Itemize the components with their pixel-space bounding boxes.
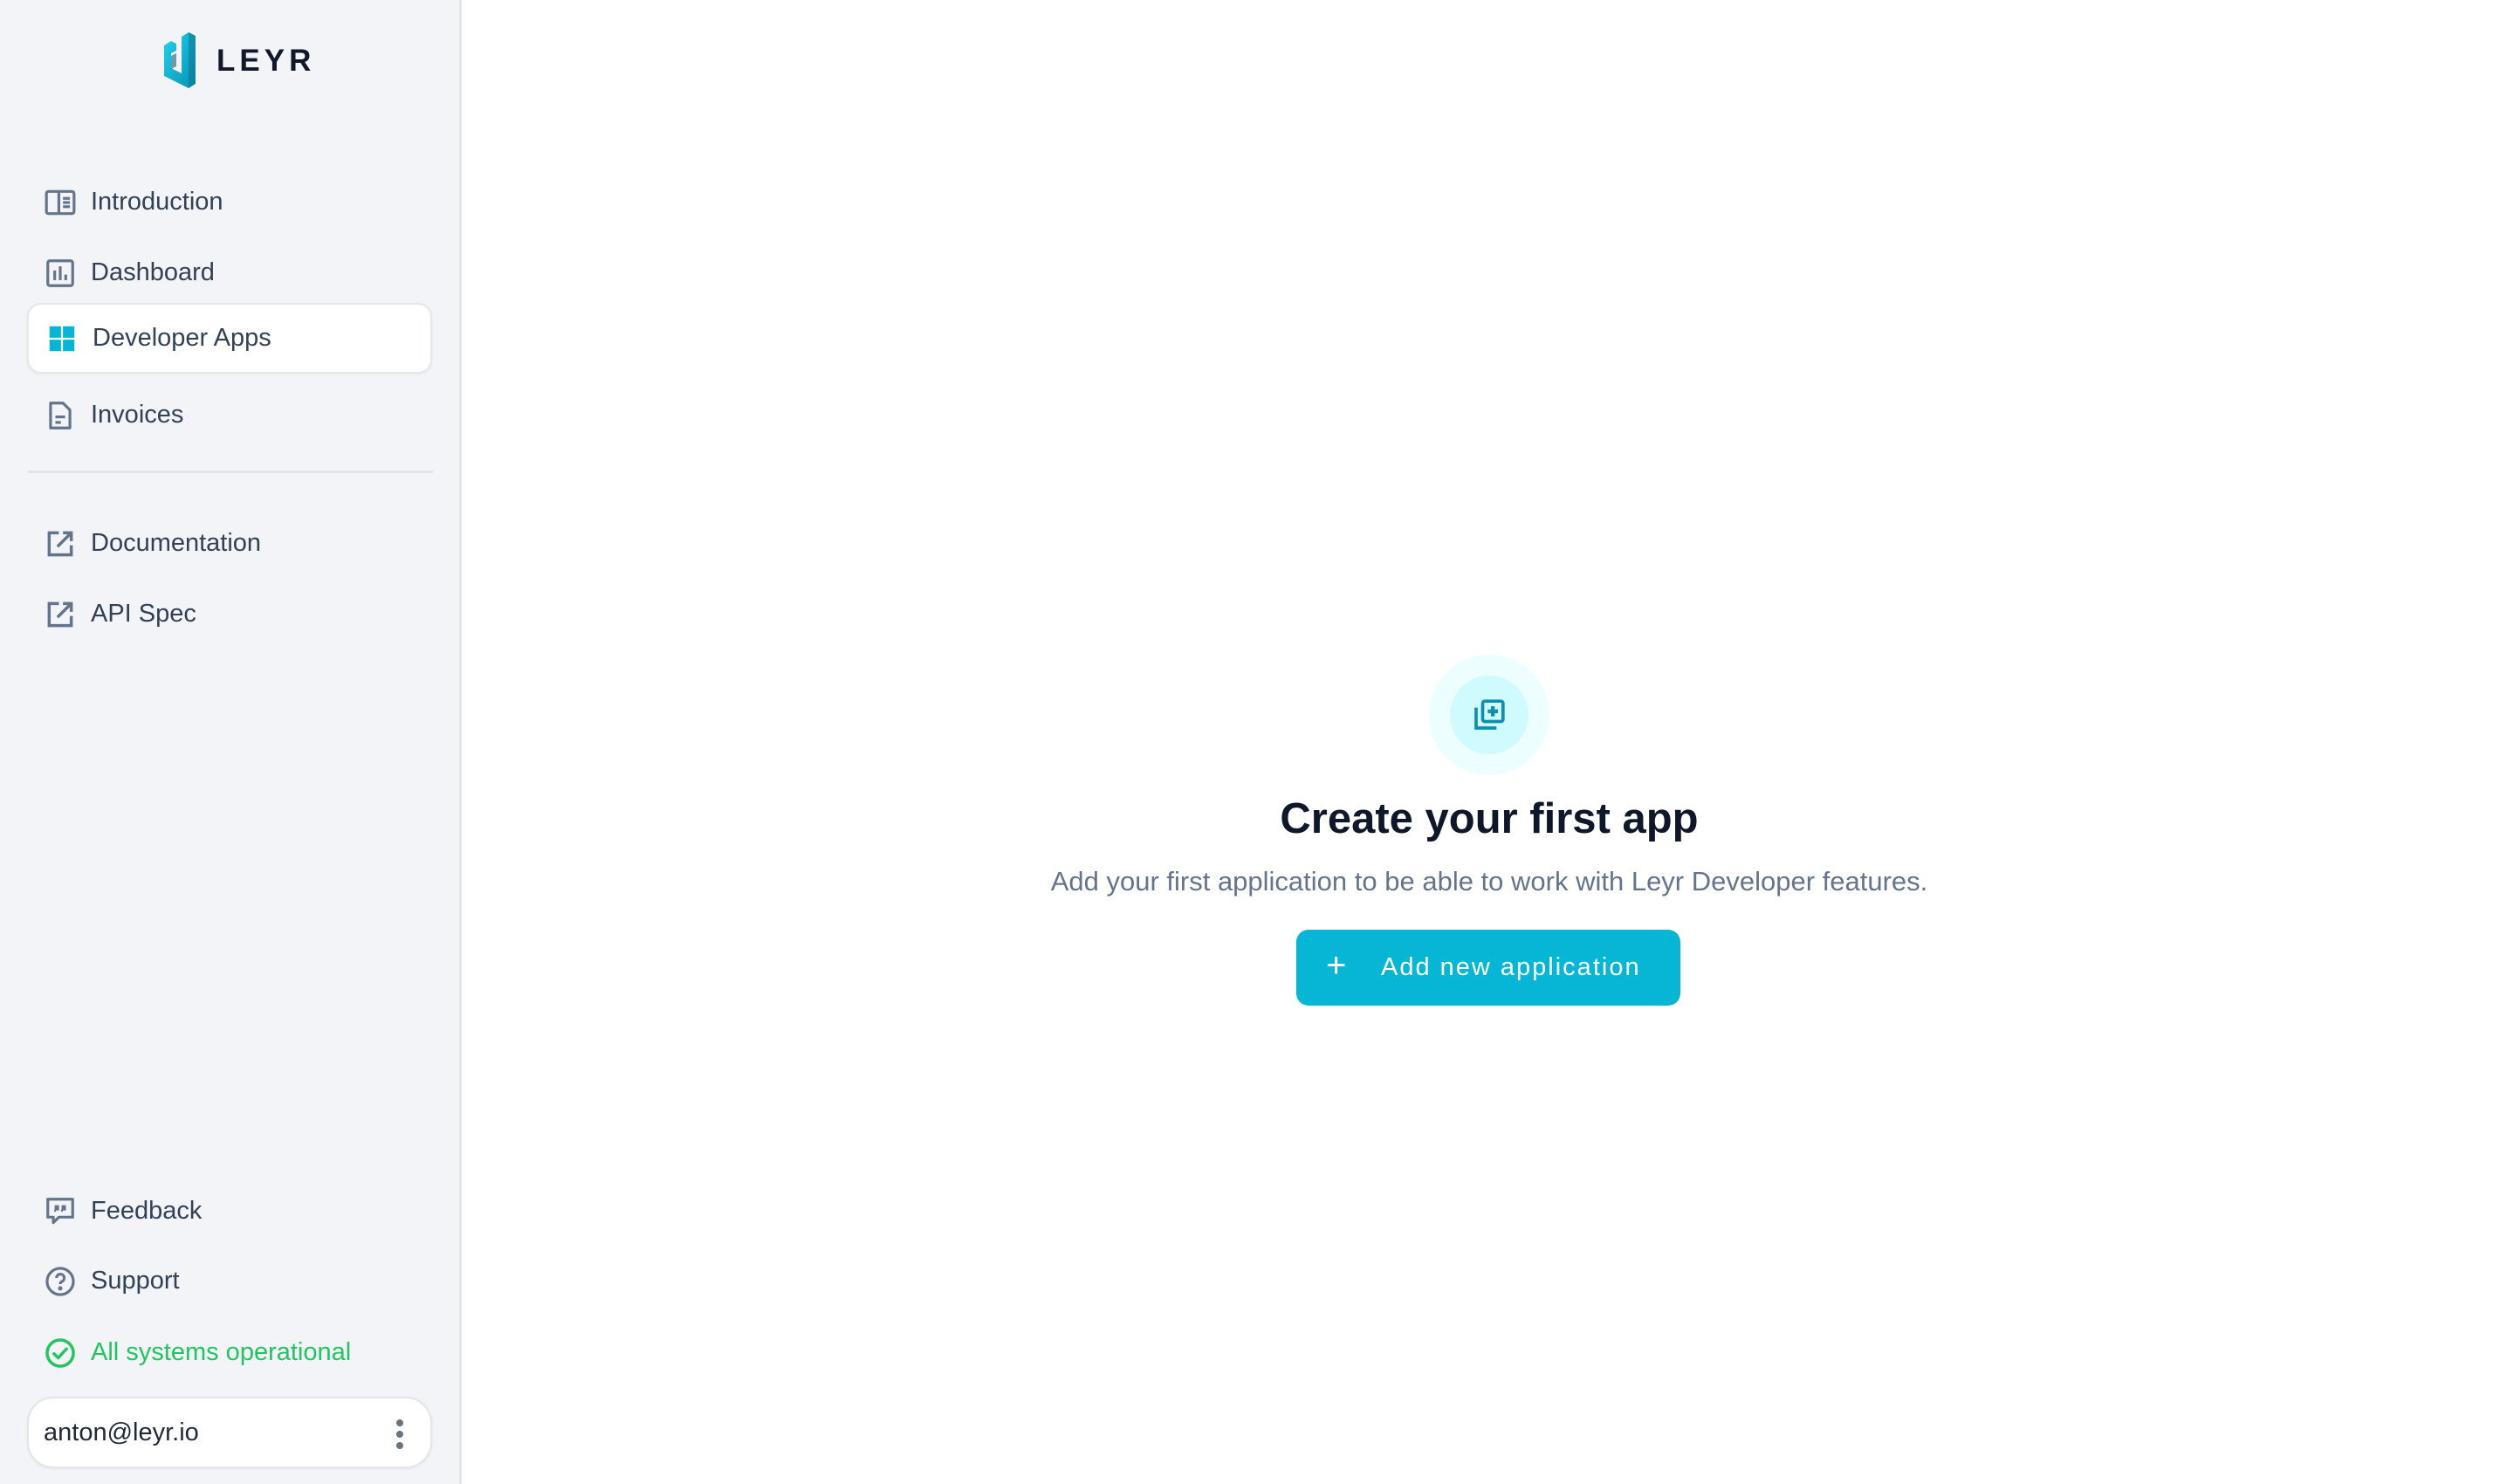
- empty-state-icon-halo: [1429, 655, 1549, 775]
- sidebar-link-documentation[interactable]: Documentation: [27, 508, 432, 579]
- sidebar-link-api-spec[interactable]: API Spec: [27, 579, 432, 649]
- sidebar-item-label: Feedback: [91, 1197, 203, 1225]
- sidebar-item-developer-apps[interactable]: Developer Apps: [27, 303, 432, 374]
- leyr-logo-icon: [164, 32, 196, 88]
- add-new-application-button[interactable]: + Add new application: [1296, 930, 1680, 1006]
- brand-logo[interactable]: LEYR: [162, 31, 315, 89]
- add-new-application-label: Add new application: [1381, 953, 1641, 981]
- sidebar-link-label: API Spec: [91, 600, 196, 628]
- question-circle-icon: [43, 1264, 78, 1299]
- brand-name: LEYR: [216, 43, 316, 78]
- sidebar-item-invoices[interactable]: Invoices: [27, 380, 432, 450]
- sidebar-item-introduction[interactable]: Introduction: [27, 167, 432, 237]
- book-open-icon: [43, 185, 78, 220]
- document-icon: [43, 398, 78, 433]
- check-circle-icon: [43, 1336, 78, 1371]
- sidebar: LEYR Introduction Dashboard Developer Ap…: [0, 0, 462, 1484]
- user-account-menu[interactable]: anton@leyr.io: [27, 1397, 432, 1468]
- sidebar-link-label: Documentation: [91, 529, 262, 557]
- bar-chart-icon: [43, 256, 78, 291]
- apps-grid-icon: [45, 321, 79, 356]
- empty-state-description: Add your first application to be able to…: [1050, 866, 1928, 897]
- empty-state-title: Create your first app: [1280, 795, 1699, 842]
- plus-icon: +: [1326, 946, 1347, 985]
- sidebar-item-label: Dashboard: [91, 258, 215, 286]
- sidebar-item-feedback[interactable]: Feedback: [27, 1176, 432, 1247]
- quote-bubble-icon: [43, 1194, 78, 1229]
- sidebar-divider: [28, 471, 433, 473]
- sidebar-item-label: Developer Apps: [93, 324, 271, 352]
- external-link-icon: [43, 526, 78, 561]
- sidebar-item-label: Introduction: [91, 188, 223, 216]
- empty-state-icon-core: [1450, 676, 1528, 754]
- external-link-icon: [43, 597, 78, 632]
- sidebar-item-label: Support: [91, 1267, 180, 1295]
- user-email: anton@leyr.io: [44, 1418, 199, 1446]
- main-content: Create your first app Add your first app…: [464, 0, 2514, 1484]
- sidebar-item-dashboard[interactable]: Dashboard: [27, 237, 432, 308]
- sidebar-item-label: Invoices: [91, 401, 184, 429]
- system-status-label: All systems operational: [91, 1338, 352, 1366]
- sidebar-item-support[interactable]: Support: [27, 1246, 432, 1316]
- add-collection-icon: [1474, 699, 1505, 730]
- system-status-link[interactable]: All systems operational: [27, 1317, 432, 1388]
- kebab-menu-icon[interactable]: [394, 1419, 406, 1449]
